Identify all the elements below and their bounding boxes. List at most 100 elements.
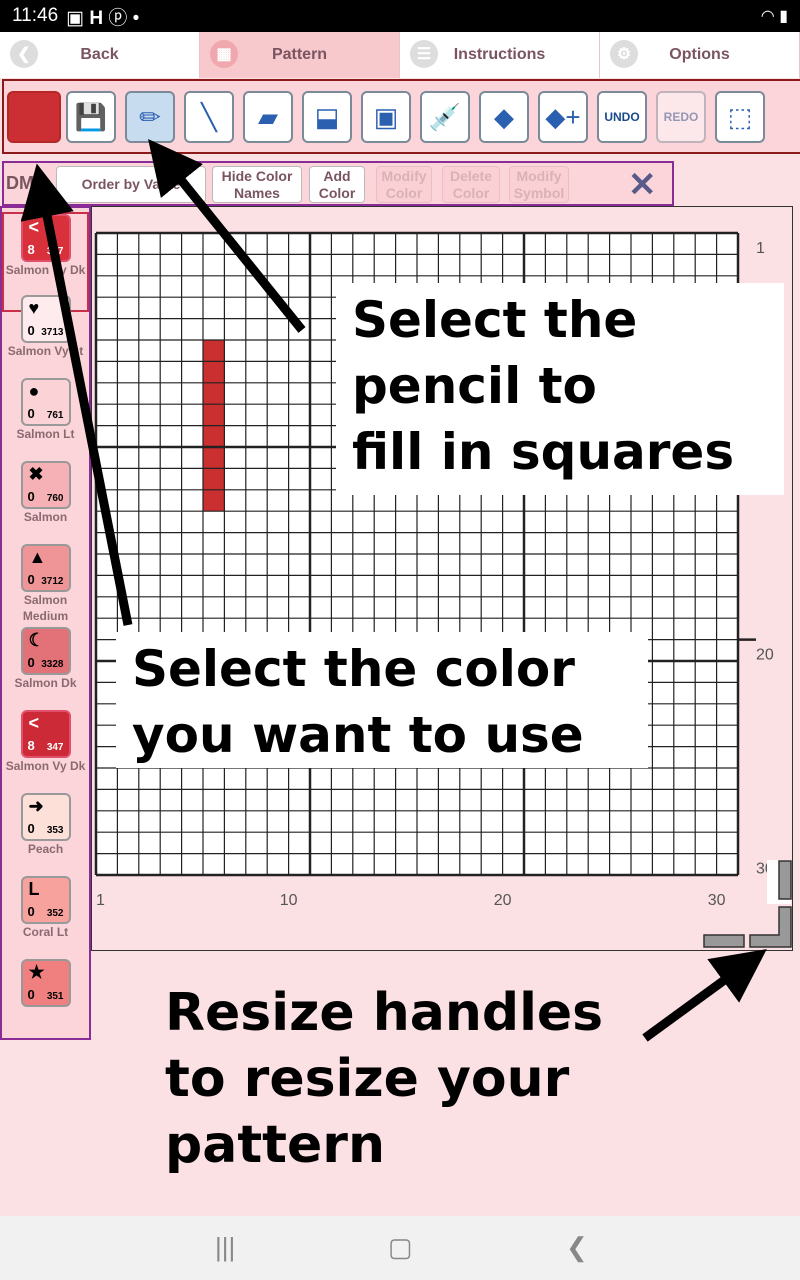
- back-icon: ❮: [10, 40, 38, 68]
- symbol-icon: ●: [28, 381, 40, 401]
- tab-label: Pattern: [271, 46, 328, 63]
- corner-resize-handle[interactable]: [749, 906, 792, 948]
- palette-item[interactable]: ♥ 0 3713 Salmon Vy Lt: [2, 295, 89, 359]
- filled-cell[interactable]: [203, 382, 225, 405]
- horizontal-resize-handle[interactable]: [703, 934, 745, 948]
- callout-line: Select the: [352, 291, 638, 349]
- color-swatch[interactable]: ● 0 761: [20, 378, 71, 426]
- wifi-battery-icon: ◠ ▮: [760, 8, 788, 25]
- hide-color-names-button[interactable]: Hide Color Names: [212, 166, 302, 203]
- pencil-tool-button[interactable]: ✏: [125, 91, 175, 143]
- symbol-icon: <: [28, 217, 40, 237]
- thread-brand-label: DM: [6, 173, 34, 193]
- color-swatch[interactable]: ☾ 0 3328: [20, 627, 71, 675]
- modify-symbol-button[interactable]: Modify Symbol: [509, 166, 569, 203]
- modify-color-button[interactable]: Modify Color: [376, 166, 432, 203]
- palette-item[interactable]: ★ 0 351: [2, 959, 89, 1007]
- stitch-count: 8: [27, 242, 35, 257]
- eraser-tool-button[interactable]: ▰: [243, 91, 293, 143]
- tab-options[interactable]: ⚙ Options: [600, 32, 800, 78]
- color-name: Salmon Dk: [14, 676, 77, 690]
- tab-label: Back: [80, 46, 119, 63]
- filled-cell[interactable]: [203, 340, 225, 362]
- color-swatch[interactable]: ♥ 0 3713: [20, 295, 71, 343]
- eyedropper-tool-button[interactable]: 💉: [420, 91, 470, 143]
- stitch-count: 8: [27, 738, 35, 753]
- callout-line: to resize your: [165, 1049, 570, 1109]
- color-swatch[interactable]: ★ 0 351: [20, 959, 71, 1007]
- thread-number: 3713: [41, 327, 64, 338]
- color-swatch[interactable]: ✖ 0 760: [20, 461, 71, 509]
- line-tool-button[interactable]: ╲: [184, 91, 234, 143]
- home-icon[interactable]: ▢: [388, 1232, 413, 1263]
- callout-line: fill in squares: [352, 423, 735, 481]
- filled-cell[interactable]: [203, 361, 225, 383]
- symbol-icon: ♥: [28, 298, 40, 318]
- add-color-button[interactable]: Add Color: [309, 166, 365, 203]
- redo-icon: REDO: [663, 110, 699, 124]
- redo-tool-button[interactable]: REDO: [656, 91, 706, 143]
- filled-cell[interactable]: [203, 447, 225, 469]
- tab-pattern[interactable]: ▦ Pattern: [200, 32, 400, 78]
- save-tool-button[interactable]: 💾: [66, 91, 116, 143]
- back-nav-icon[interactable]: ❮: [566, 1232, 588, 1263]
- tab-back[interactable]: ❮ Back: [0, 32, 200, 78]
- close-icon[interactable]: ✕: [628, 165, 657, 205]
- tab-bar: ❮ Back ▦ Pattern ☰ Instructions ⚙ Options: [0, 32, 800, 78]
- palette-item[interactable]: ➜ 0 353 Peach: [2, 793, 89, 857]
- filled-cell[interactable]: [203, 489, 225, 512]
- color-callout: Select the color you want to use: [116, 632, 648, 768]
- x-axis-label: 20: [494, 892, 512, 909]
- border-icon: ▣: [373, 101, 399, 132]
- symbol-icon: <: [28, 713, 40, 733]
- thread-number: 761: [46, 410, 64, 421]
- palette-item[interactable]: < 8 347 Salmon Vy Dk: [2, 710, 89, 774]
- symbol-icon: ▲: [28, 547, 47, 567]
- select-tool-button[interactable]: ⬚: [715, 91, 765, 143]
- filled-cell[interactable]: [203, 404, 225, 426]
- palette-item[interactable]: ● 0 761 Salmon Lt: [2, 378, 89, 442]
- undo-tool-button[interactable]: UNDO: [597, 91, 647, 143]
- clock: 11:46: [12, 5, 59, 26]
- fill-tool-button[interactable]: ◆: [479, 91, 529, 143]
- order-by-value-button[interactable]: Order by Value: [56, 166, 206, 203]
- vertical-resize-handle[interactable]: [778, 860, 792, 900]
- color-name: Salmon Vy Dk: [5, 263, 86, 277]
- symbol-icon: ☾: [28, 630, 45, 650]
- toolbar: 💾 ✏ ╲ ▰ ⬓ ▣ 💉 ◆ ◆+ UNDO REDO ⬚: [2, 79, 800, 154]
- border-tool-button[interactable]: ▣: [361, 91, 411, 143]
- color-swatch[interactable]: ▲ 0 3712: [20, 544, 71, 592]
- line-icon: ╲: [201, 101, 217, 132]
- palette-item[interactable]: L 0 352 Coral Lt: [2, 876, 89, 940]
- color-swatch[interactable]: < 8 347: [20, 214, 71, 262]
- save-icon: 💾: [74, 101, 108, 132]
- palette-item[interactable]: ☾ 0 3328 Salmon Dk: [2, 627, 89, 691]
- symbol-icon: ★: [28, 962, 45, 982]
- thread-number: 3328: [41, 659, 64, 670]
- select-icon: ⬚: [727, 101, 753, 132]
- palette-item[interactable]: ▲ 0 3712 Salmon Medium: [2, 544, 89, 624]
- thread-number: 3712: [41, 576, 64, 587]
- fill-icon: ◆: [494, 101, 514, 132]
- resize-callout: Resize handles to resize your pattern: [165, 980, 603, 1178]
- palette-item[interactable]: ✖ 0 760 Salmon: [2, 461, 89, 525]
- y-axis-label: 1: [756, 240, 765, 257]
- thread-number: 352: [46, 908, 64, 919]
- color-swatch[interactable]: < 8 347: [20, 710, 71, 758]
- current-color-button[interactable]: [7, 91, 61, 143]
- eyedropper-icon: 💉: [428, 101, 462, 132]
- delete-color-button[interactable]: Delete Color: [442, 166, 500, 203]
- filled-cell[interactable]: [203, 425, 225, 447]
- tab-instructions[interactable]: ☰ Instructions: [400, 32, 600, 78]
- filled-cell[interactable]: [203, 468, 225, 490]
- thread-number: 351: [46, 991, 64, 1002]
- color-swatch[interactable]: ➜ 0 353: [20, 793, 71, 841]
- x-axis-label: 30: [708, 892, 726, 909]
- color-name: Salmon Vy Dk: [5, 759, 86, 773]
- color-palette[interactable]: < 8 347 Salmon Vy Dk ♥ 0 3713 Salmon Vy …: [0, 206, 91, 1040]
- fill-add-tool-button[interactable]: ◆+: [538, 91, 588, 143]
- recent-apps-icon[interactable]: |||: [215, 1232, 235, 1263]
- color-swatch[interactable]: L 0 352: [20, 876, 71, 924]
- color-name: Salmon Lt: [16, 427, 75, 441]
- stamp-tool-button[interactable]: ⬓: [302, 91, 352, 143]
